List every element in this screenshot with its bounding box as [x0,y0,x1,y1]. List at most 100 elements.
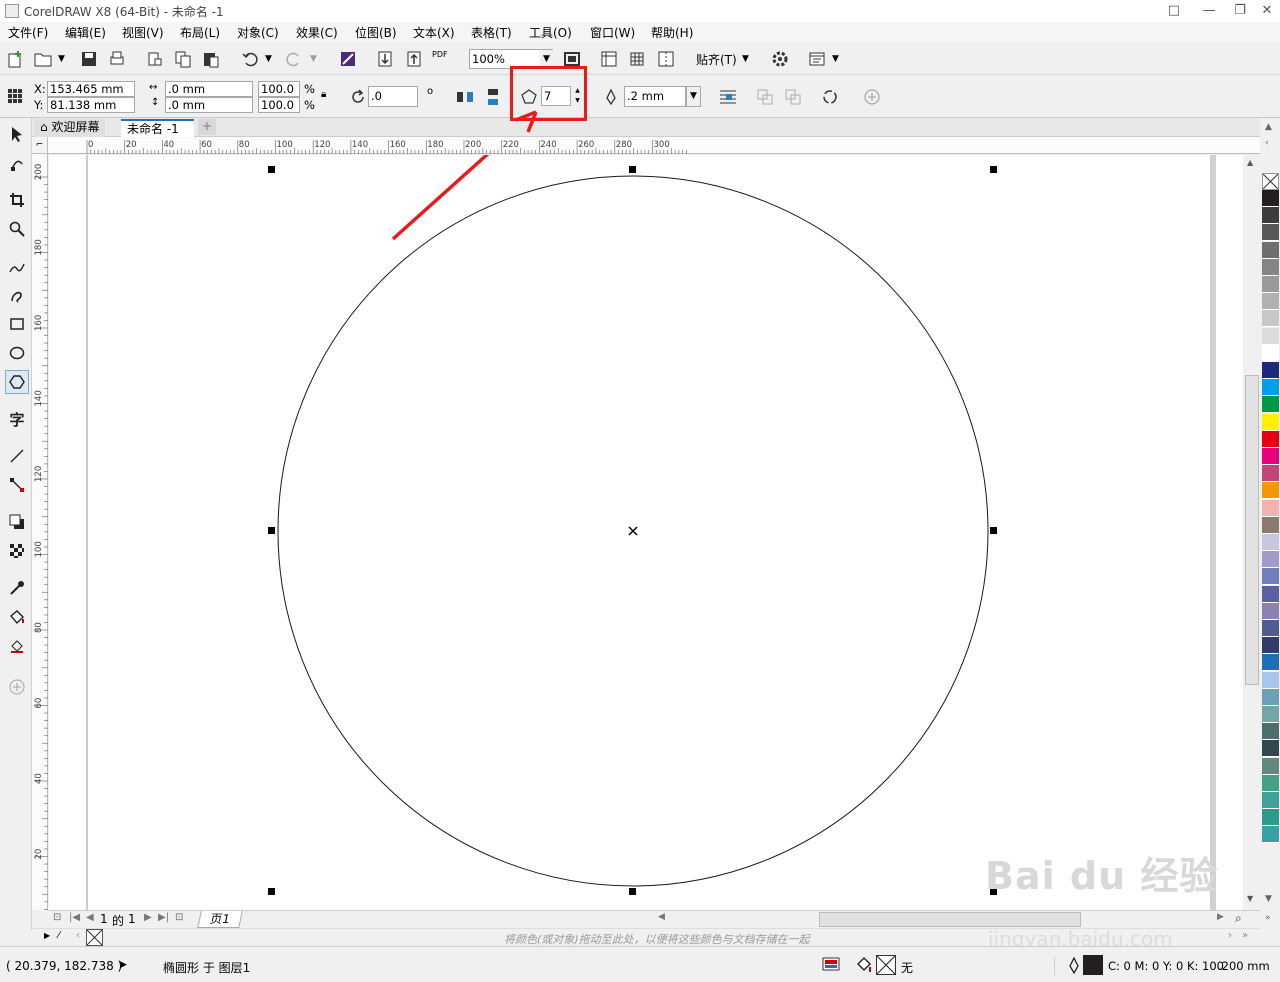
add-page-after-icon[interactable]: ⊡ [175,912,183,923]
x-position-field[interactable]: 153.465 mm [47,81,135,97]
status-expand-icon[interactable]: ▶ [120,960,127,970]
color-swatch[interactable] [1262,465,1279,483]
drop-shadow-icon[interactable] [5,510,29,534]
prev-page-icon[interactable]: ◀ [86,912,94,923]
palette-scroll-up-icon[interactable]: ▲ [1265,122,1272,132]
transparency-tool-icon[interactable] [5,539,29,563]
color-swatch[interactable] [1262,826,1279,844]
shape-tool-icon[interactable] [5,152,29,176]
no-color-swatch[interactable] [1262,173,1279,190]
snap-dropdown-icon[interactable]: ▼ [742,54,749,64]
save-icon[interactable] [78,48,100,70]
menu-view[interactable]: 视图(V) [122,24,164,41]
pick-tool-icon[interactable] [5,122,29,146]
color-swatch[interactable] [1262,809,1279,827]
color-swatch[interactable] [1262,654,1279,672]
convert-to-curves-icon[interactable] [819,86,841,108]
outline-color-swatch[interactable] [1083,955,1103,975]
color-swatch[interactable] [1262,534,1279,551]
palette-scroll-down-icon[interactable]: ▼ [1265,894,1272,904]
color-swatch[interactable] [1262,258,1279,276]
to-back-icon[interactable] [782,86,804,108]
docpal-left-icon[interactable]: ‹ [76,930,80,941]
color-swatch[interactable] [1262,448,1279,465]
launcher-dropdown-icon[interactable]: ▼ [832,54,839,64]
new-tab-button[interactable]: + [198,119,216,135]
color-swatch[interactable] [1262,620,1279,637]
next-page-icon[interactable]: ▶ [144,912,152,923]
menu-text[interactable]: 文本(X) [413,24,455,41]
menu-table[interactable]: 表格(T) [471,24,512,41]
paste-icon[interactable] [200,48,222,70]
restore-button[interactable]: ❐ [1226,2,1254,20]
add-icon[interactable] [861,86,883,108]
rotation-angle-field[interactable]: .0 [368,86,418,107]
to-front-icon[interactable] [754,86,776,108]
wrap-text-icon[interactable] [717,86,739,108]
color-swatch[interactable] [1262,241,1279,259]
color-swatch[interactable] [1262,723,1279,741]
eyedropper-icon[interactable] [5,576,29,600]
application-launcher-icon[interactable] [806,48,828,70]
color-swatch[interactable] [1262,482,1279,500]
color-swatch[interactable] [1262,344,1279,362]
color-swatch[interactable] [1262,551,1279,569]
color-swatch[interactable] [1262,637,1279,655]
print-icon[interactable] [106,48,128,70]
copy-icon[interactable] [172,48,194,70]
menu-layout[interactable]: 布局(L) [180,24,220,41]
zoom-tool-icon[interactable] [5,217,29,241]
mirror-vertical-icon[interactable] [482,86,504,108]
tab-document[interactable]: 未命名 -1 [121,119,194,137]
menu-help[interactable]: 帮助(H) [651,24,693,41]
color-swatch[interactable] [1262,688,1279,706]
show-grid-icon[interactable] [626,48,648,70]
zoom-navigator-icon[interactable]: ⌕ [1235,911,1242,926]
minimize-button[interactable]: — [1195,2,1223,20]
first-page-icon[interactable]: |◀ [69,912,80,923]
docpal-expand-icon[interactable]: ▶ [44,931,50,940]
polygon-tool-icon[interactable] [5,370,29,394]
color-swatch[interactable] [1262,499,1279,517]
color-swatch[interactable] [1262,757,1279,775]
redo-dropdown-icon[interactable]: ▼ [310,54,317,64]
menu-edit[interactable]: 编辑(E) [65,24,106,41]
reference-point-icon[interactable] [4,85,26,107]
rectangle-tool-icon[interactable] [5,312,29,336]
color-swatch[interactable] [1262,310,1279,328]
palette-menu-icon[interactable]: ‹ [1265,138,1269,148]
outline-width-field[interactable]: .2 mm [624,86,686,107]
menu-file[interactable]: 文件(F) [8,24,48,41]
close-button[interactable]: ✕ [1253,2,1280,20]
menu-tools[interactable]: 工具(O) [529,24,572,41]
color-swatch[interactable] [1262,362,1279,379]
menu-object[interactable]: 对象(C) [237,24,279,41]
y-position-field[interactable]: 81.138 mm [47,97,135,113]
lock-ratio-icon[interactable]: 🔒︎ [321,89,326,100]
color-swatch[interactable] [1262,792,1279,809]
redo-icon[interactable] [283,48,305,70]
menu-bitmap[interactable]: 位图(B) [355,24,397,41]
color-swatch[interactable] [1262,706,1279,723]
ellipse-tool-icon[interactable] [5,341,29,365]
publish-pdf-icon[interactable]: PDF [432,50,448,59]
color-swatch[interactable] [1262,327,1279,345]
menu-window[interactable]: 窗口(W) [590,24,635,41]
color-swatch[interactable] [1262,293,1279,311]
crop-tool-icon[interactable] [5,188,29,212]
artistic-media-icon[interactable] [5,283,29,307]
help-window-icon[interactable]: □ [1160,2,1188,20]
mirror-horizontal-icon[interactable] [454,86,476,108]
color-swatch[interactable] [1262,671,1279,689]
search-content-icon[interactable] [337,48,359,70]
color-swatch[interactable] [1262,379,1279,397]
color-swatch[interactable] [1262,740,1279,758]
color-swatch[interactable] [1262,276,1279,293]
docpal-no-color-swatch[interactable] [86,929,103,946]
scroll-thumb[interactable] [1245,375,1259,685]
scale-height-field[interactable]: 100.0 [258,97,300,113]
text-tool-icon[interactable]: 字 [5,407,29,431]
cut-icon[interactable] [144,48,166,70]
freehand-tool-icon[interactable] [5,254,29,278]
show-rulers-icon[interactable] [598,48,620,70]
